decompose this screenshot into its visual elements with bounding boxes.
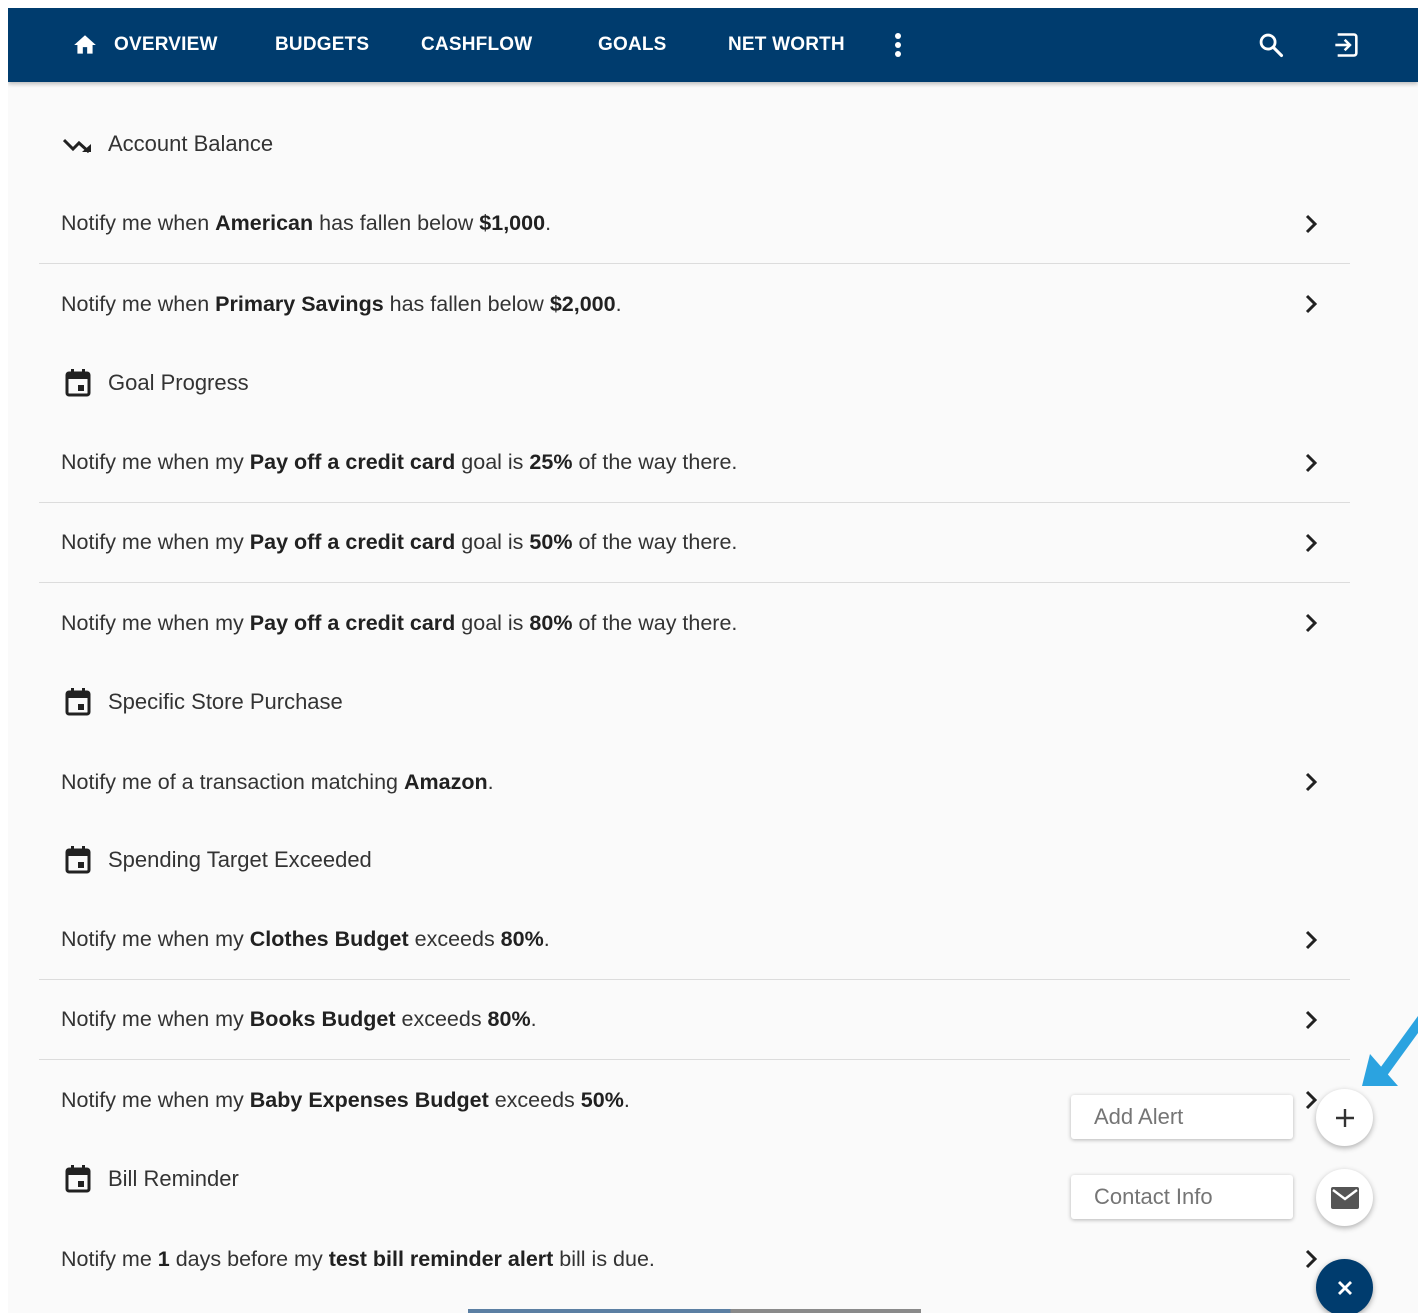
alert-text: Notify me when my Pay off a credit card … <box>61 450 738 474</box>
trending-down-icon <box>63 129 93 159</box>
alert-row[interactable]: Notify me when my Books Budget exceeds 8… <box>39 980 1350 1060</box>
close-speed-dial-button[interactable] <box>1316 1259 1373 1313</box>
search-icon <box>1259 33 1284 58</box>
app-frame: OVERVIEW BUDGETS CASHFLOW GOALS NET WORT… <box>8 8 1418 1313</box>
calendar-icon <box>63 368 93 398</box>
add-alert-label[interactable]: Add Alert <box>1071 1095 1293 1139</box>
logout-icon <box>1335 33 1358 57</box>
home-icon <box>74 35 96 54</box>
chevron-right-icon <box>1300 532 1322 554</box>
alert-row[interactable]: Notify me when my Pay off a credit card … <box>39 503 1350 583</box>
section-title: Goal Progress <box>108 370 249 395</box>
section-header-account-balance: Account Balance <box>63 124 273 164</box>
alert-row[interactable]: Notify me when my Pay off a credit card … <box>39 423 1350 503</box>
alert-text: Notify me when Primary Savings has falle… <box>61 291 622 316</box>
alert-text: Notify me when my Baby Expenses Budget e… <box>61 1087 630 1112</box>
nav-net-worth[interactable]: NET WORTH <box>728 8 845 82</box>
chevron-right-icon <box>1300 293 1322 315</box>
alert-text: Notify me when my Books Budget exceeds 8… <box>61 1007 537 1031</box>
add-icon <box>1335 1108 1354 1127</box>
section-title: Account Balance <box>108 131 274 156</box>
chevron-right-icon <box>1300 929 1322 951</box>
contact-info-button[interactable] <box>1316 1169 1373 1226</box>
alert-row[interactable]: Notify me when my Clothes Budget exceeds… <box>39 900 1350 980</box>
alert-text: Notify me when my Pay off a credit card … <box>61 610 738 635</box>
section-header-bill-reminder: Bill Reminder <box>63 1159 239 1199</box>
more-menu-button[interactable] <box>882 29 914 61</box>
chevron-right-icon <box>1300 1248 1322 1270</box>
alert-text: Notify me 1 days before my test bill rem… <box>61 1246 655 1271</box>
chevron-right-icon <box>1300 452 1322 474</box>
alert-row[interactable]: Notify me 1 days before my test bill rem… <box>39 1219 1350 1299</box>
alert-row[interactable]: Notify me when my Pay off a credit card … <box>39 583 1350 663</box>
chevron-right-icon <box>1300 1009 1322 1031</box>
calendar-icon <box>63 687 93 717</box>
alert-text: Notify me when American has fallen below… <box>61 211 552 235</box>
nav-budgets-label: BUDGETS <box>275 34 370 55</box>
nav-cashflow[interactable]: CASHFLOW <box>421 8 532 82</box>
mail-icon <box>1330 1186 1359 1209</box>
logout-button[interactable] <box>1331 29 1363 61</box>
top-nav-bar: OVERVIEW BUDGETS CASHFLOW GOALS NET WORT… <box>8 8 1418 82</box>
calendar-icon <box>63 1164 93 1194</box>
alert-text: Notify me of a transaction matching Amaz… <box>61 769 494 794</box>
search-button[interactable] <box>1255 29 1287 61</box>
section-header-specific-store-purchase: Specific Store Purchase <box>63 682 343 722</box>
nav-cashflow-label: CASHFLOW <box>421 34 533 55</box>
alert-text: Notify me when my Pay off a credit card … <box>61 530 738 554</box>
section-title: Specific Store Purchase <box>108 689 343 714</box>
nav-goals-label: GOALS <box>598 34 667 55</box>
section-header-spending-target-exceeded: Spending Target Exceeded <box>63 840 372 880</box>
add-alert-button[interactable] <box>1316 1089 1373 1146</box>
alert-text: Notify me when my Clothes Budget exceeds… <box>61 927 550 951</box>
nav-budgets[interactable]: BUDGETS <box>275 8 369 82</box>
chevron-right-icon <box>1300 771 1322 793</box>
annotation-arrow-icon <box>1362 1015 1418 1086</box>
close-icon <box>1337 1280 1352 1295</box>
bottom-toolbar-edge <box>468 1309 921 1313</box>
alert-row[interactable]: Notify me of a transaction matching Amaz… <box>39 742 1350 822</box>
more-vert-icon <box>895 33 901 57</box>
section-title: Spending Target Exceeded <box>108 847 372 872</box>
calendar-icon <box>63 845 93 875</box>
section-header-goal-progress: Goal Progress <box>63 363 249 403</box>
nav-overview-label: OVERVIEW <box>114 34 218 55</box>
nav-net-worth-label: NET WORTH <box>728 34 845 55</box>
chevron-right-icon <box>1300 213 1322 235</box>
alert-row[interactable]: Notify me when Primary Savings has falle… <box>39 264 1350 344</box>
nav-goals[interactable]: GOALS <box>598 8 667 82</box>
alert-row[interactable]: Notify me when American has fallen below… <box>39 184 1350 264</box>
chevron-right-icon <box>1300 612 1322 634</box>
section-title: Bill Reminder <box>108 1166 239 1191</box>
nav-overview[interactable]: OVERVIEW <box>70 8 218 82</box>
contact-info-label[interactable]: Contact Info <box>1071 1175 1293 1219</box>
